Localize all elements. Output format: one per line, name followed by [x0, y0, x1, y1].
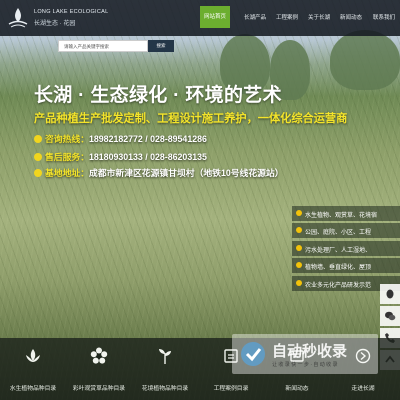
logo-text-cn: 长湖生态 · 花园: [34, 21, 76, 27]
hero-title: 长湖 · 生态绿化 · 环境的艺术: [34, 85, 282, 106]
bullet-icon: [296, 210, 302, 216]
logo-icon[interactable]: [6, 6, 30, 28]
feature-item[interactable]: 水生植物、观赏草、花境宿: [292, 206, 400, 221]
nav-item-home[interactable]: 网站首页: [200, 6, 230, 28]
nav-item-products[interactable]: 长湖产品: [244, 13, 266, 21]
search-input[interactable]: 请输入产品关键字搜索: [58, 40, 148, 52]
feature-item[interactable]: 公园、庭院、小区、工程: [292, 223, 400, 239]
header-bar: LONG LAKE ECOLOGICAL 长湖生态 · 花园 网站首页 长湖产品…: [0, 0, 400, 36]
nav-item-contact[interactable]: 联系我们: [373, 13, 395, 21]
feature-item[interactable]: 污水处理厂、人工湿地、: [292, 240, 400, 256]
phone-icon: [34, 135, 42, 143]
logo-text-en: LONG LAKE ECOLOGICAL: [34, 9, 109, 15]
watermark-title: 自动秒收录: [272, 343, 348, 360]
bullet-icon: [296, 262, 302, 269]
garden-icon: [159, 349, 171, 364]
address-row: 基地地址：成都市新津区花源镇甘坝村（地铁10号线花源站）: [34, 166, 284, 179]
category-garden-plants[interactable]: 花境植物品种目录: [132, 338, 198, 400]
watermark: 自动秒收录 让 收 录 快 一 步 · 自 动 收 录: [232, 334, 378, 374]
background-tree: [330, 30, 400, 90]
hotline-row: 咨询热线：18982182772 / 028-89541286: [34, 132, 207, 145]
nav-item-cases[interactable]: 工程案例: [276, 13, 298, 21]
lotus-icon: [26, 349, 40, 362]
category-aquatic-plants[interactable]: 水生植物品种目录: [0, 338, 66, 400]
wechat-icon[interactable]: [380, 306, 400, 326]
watermark-tagline: 让 收 录 快 一 步 · 自 动 收 录: [272, 362, 338, 368]
location-icon: [34, 169, 42, 177]
bullet-icon: [296, 227, 302, 234]
service-row: 售后服务：18180930133 / 028-86203135: [34, 150, 207, 163]
feature-item[interactable]: 植物墙、垂直绿化、屋顶: [292, 258, 400, 274]
feature-list: 水生植物、观赏草、花境宿 公园、庭院、小区、工程 污水处理厂、人工湿地、 植物墙…: [292, 206, 400, 293]
qq-icon[interactable]: [380, 284, 400, 304]
category-ornamental-grass[interactable]: 彩叶观赏草品种目录: [66, 338, 132, 400]
headset-icon: [34, 153, 42, 161]
watermark-logo-icon: [241, 342, 265, 366]
flower-icon: [90, 347, 108, 364]
nav-item-about[interactable]: 关于长湖: [308, 13, 330, 21]
bullet-icon: [296, 279, 302, 286]
search-button[interactable]: 搜索: [148, 40, 174, 52]
bullet-icon: [296, 244, 302, 251]
hero-subtitle: 产品种植生产批发定制、工程设计施工养护，一体化综合运营商: [34, 113, 348, 125]
nav-item-news[interactable]: 新闻动态: [340, 13, 362, 21]
